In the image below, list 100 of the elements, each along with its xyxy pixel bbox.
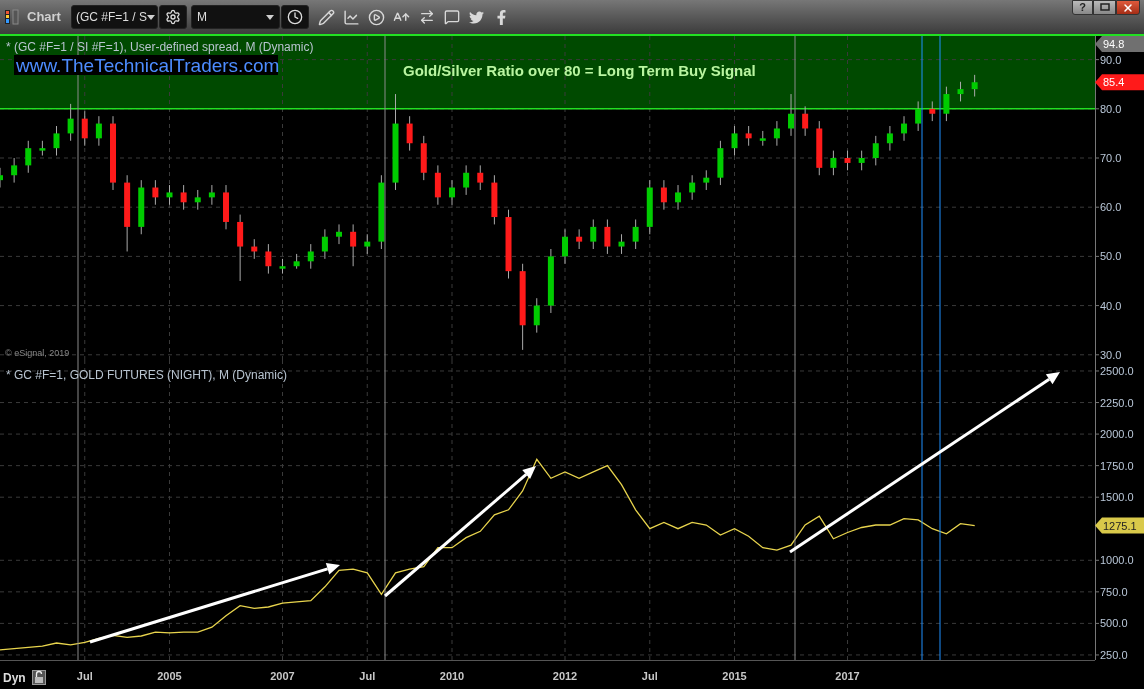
candlestick [223, 184, 229, 230]
candlestick [901, 115, 908, 142]
candlestick [759, 130, 766, 147]
candlestick [590, 219, 597, 250]
axis-label: 1500.0 [1100, 491, 1134, 504]
candlestick [152, 179, 159, 206]
axis-mode-label: Dyn [3, 671, 26, 684]
axis-label: 250.0 [1100, 648, 1128, 661]
axis-label: Jul [359, 670, 376, 682]
axis-label: Jul [641, 670, 658, 682]
axis-label: 40.0 [1100, 299, 1122, 312]
candlestick [336, 223, 342, 245]
candlestick [293, 253, 300, 270]
candlestick [279, 258, 286, 275]
axis-label: 2010 [439, 670, 465, 682]
axis-label: 2250.0 [1100, 396, 1134, 409]
candlestick [788, 93, 794, 137]
settings-button[interactable] [158, 5, 187, 29]
axis-label: 1750.0 [1100, 459, 1134, 472]
series-legend: * GC #F=1, GOLD FUTURES (NIGHT), M (Dynamic) [6, 368, 288, 382]
candlestick [675, 184, 681, 211]
axis-label: 2000.0 [1100, 428, 1134, 441]
axis-label: 500.0 [1100, 617, 1128, 630]
candlestick [265, 243, 272, 275]
candlestick [81, 110, 88, 147]
axis-label: 1000.0 [1100, 554, 1134, 567]
candlestick [816, 120, 823, 176]
axis-label: Jul [76, 670, 93, 682]
candlestick [660, 179, 667, 211]
candlestick [886, 125, 893, 152]
candlestick [533, 297, 540, 334]
candlestick [745, 125, 752, 147]
axis-label: 2012 [552, 670, 578, 682]
series-legend: * (GC #F=1 / SI #F=1), User-defined spread, M (Dynamic) [6, 40, 314, 54]
axis-label: 70.0 [1100, 152, 1122, 164]
interval-dropdown[interactable]: M [190, 5, 280, 29]
candlestick [872, 135, 879, 166]
window-title: Chart [27, 8, 61, 27]
caret-icon [265, 14, 274, 20]
axis-label: 750.0 [1100, 585, 1128, 598]
axis-label: 50.0 [1100, 250, 1122, 263]
candlestick [0, 167, 3, 188]
candlestick [957, 81, 964, 102]
candlestick [802, 105, 809, 137]
candlestick [208, 184, 215, 206]
axis-label: 2017 [835, 670, 860, 682]
candlestick [180, 184, 187, 211]
candlestick [618, 233, 625, 255]
candlestick [929, 100, 936, 122]
restore-button[interactable] [1093, 0, 1116, 15]
candlestick [844, 150, 851, 171]
candlestick [858, 150, 865, 171]
candlestick [505, 209, 512, 280]
candlestick [632, 219, 639, 250]
clock-button[interactable] [280, 5, 309, 29]
copyright-text: © eSignal, 2019 [5, 349, 70, 358]
candlestick [307, 243, 314, 270]
candlestick [420, 135, 427, 181]
candlestick [773, 120, 780, 147]
candlestick [703, 169, 710, 191]
candlestick [576, 228, 583, 250]
zone-caption: Gold/Silver Ratio over 80 = Long Term Buy Signal [403, 62, 756, 79]
candlestick [350, 223, 357, 267]
candlestick [717, 140, 724, 186]
candlestick [251, 238, 258, 260]
symbol-dropdown[interactable]: (GC #F=1 / S [70, 5, 158, 29]
candlestick [463, 164, 470, 196]
candlestick [11, 157, 18, 184]
axis-label: 2005 [157, 670, 182, 682]
candlestick [731, 125, 738, 157]
axis-label: 80.0 [1100, 102, 1122, 115]
axis-label: 30.0 [1100, 348, 1122, 360]
candlestick [491, 174, 498, 225]
candlestick [364, 233, 371, 255]
price-tag: 94.8 [1095, 36, 1144, 52]
axis-label: 2015 [722, 670, 747, 682]
axis-label: 2007 [270, 670, 295, 682]
settings-icon [164, 9, 181, 25]
candlestick [604, 219, 611, 255]
candlestick [477, 164, 484, 191]
candlestick [449, 179, 455, 206]
candlestick [830, 150, 837, 176]
candlestick [39, 140, 46, 157]
candlestick [321, 228, 328, 260]
candlestick [406, 115, 413, 152]
candlestick [915, 100, 922, 132]
app-icon [5, 9, 19, 25]
restore-icon [1099, 3, 1110, 12]
help-button[interactable]: ? [1072, 0, 1093, 15]
clock-icon [286, 9, 303, 25]
unlock-icon[interactable] [31, 670, 46, 685]
candlestick [646, 179, 653, 235]
candlestick [194, 189, 201, 211]
candlestick [547, 248, 554, 314]
candlestick [689, 174, 696, 201]
close-button[interactable] [1116, 0, 1140, 15]
candlestick [434, 164, 441, 206]
price-tag: 85.4 [1095, 74, 1144, 91]
caret-icon [147, 14, 155, 20]
website-caption: www.TheTechnicalTraders.com [14, 55, 280, 76]
